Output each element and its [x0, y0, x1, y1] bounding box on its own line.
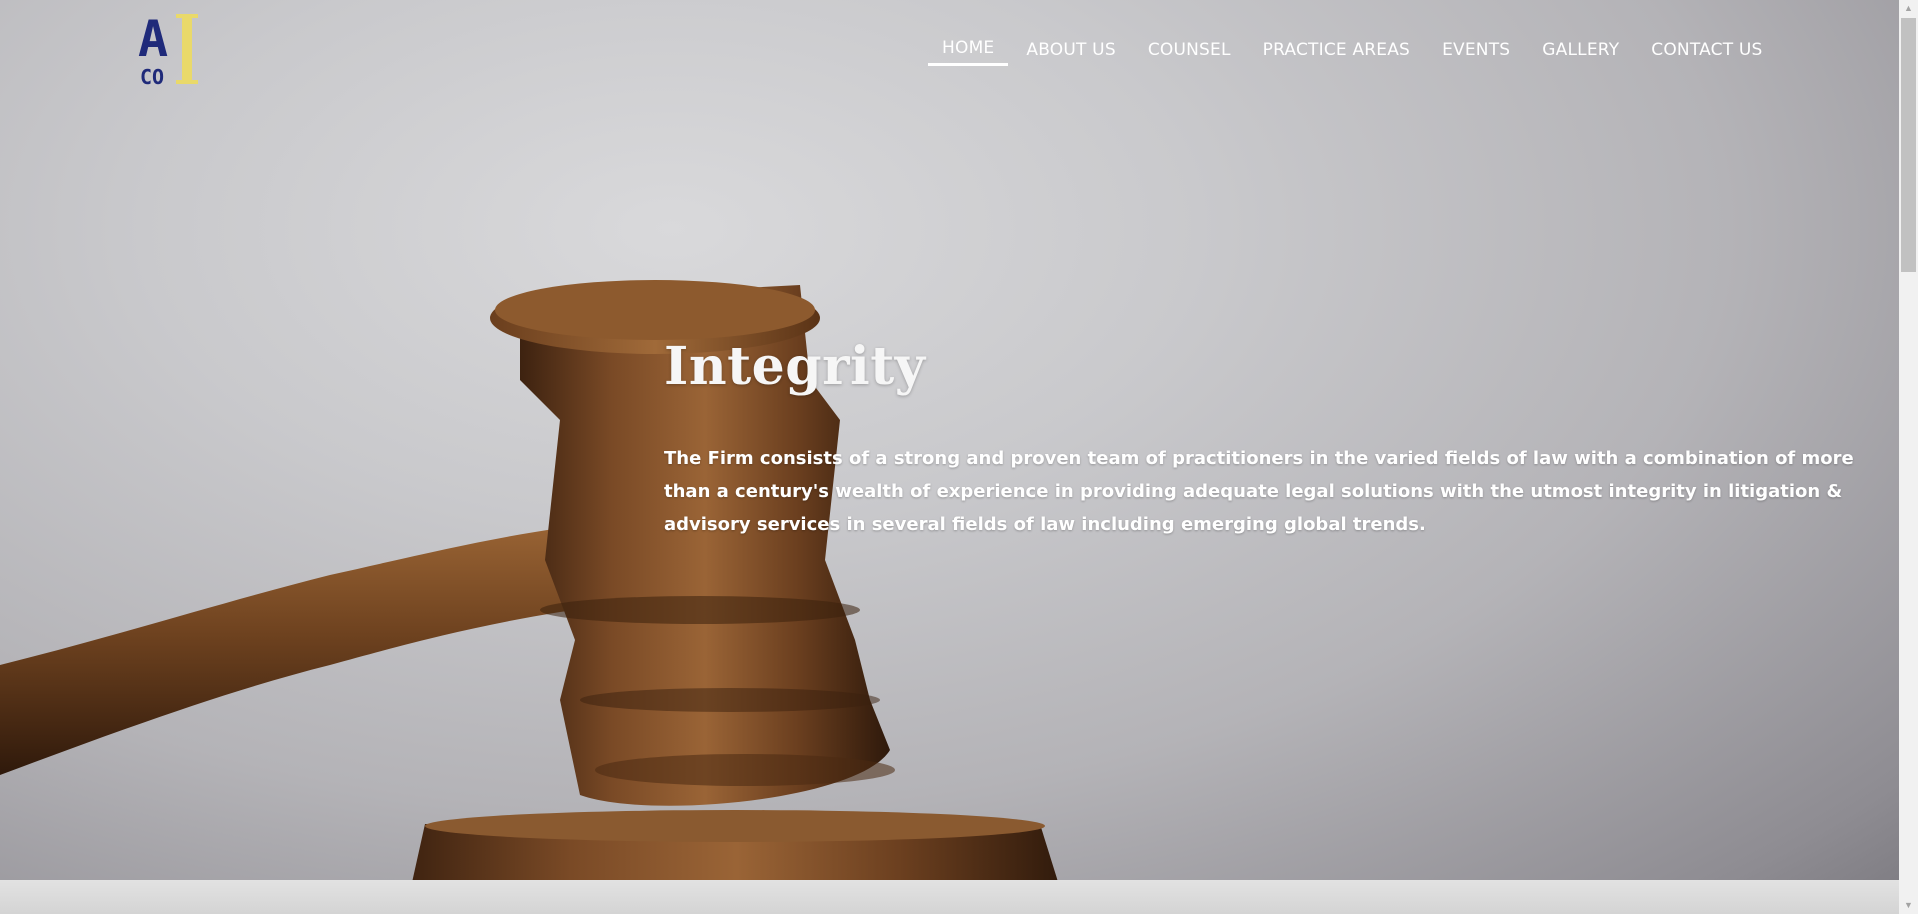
- hero-description: The Firm consists of a strong and proven…: [664, 448, 1854, 535]
- nav-counsel[interactable]: COUNSEL: [1132, 38, 1247, 62]
- vertical-scrollbar[interactable]: ▲ ▼: [1899, 0, 1918, 914]
- scroll-up-icon[interactable]: ▲: [1899, 0, 1918, 17]
- floor-surface: [0, 880, 1918, 914]
- nav-home[interactable]: HOME: [926, 36, 1010, 66]
- nav-gallery[interactable]: GALLERY: [1526, 38, 1635, 62]
- svg-text:CO: CO: [140, 65, 164, 88]
- main-nav: HOME ABOUT US COUNSEL PRACTICE AREAS EVE…: [926, 36, 1779, 66]
- nav-contact-us[interactable]: CONTACT US: [1635, 38, 1778, 62]
- scrollbar-thumb[interactable]: [1901, 18, 1916, 272]
- nav-about-us[interactable]: ABOUT US: [1010, 38, 1131, 62]
- nav-events[interactable]: EVENTS: [1426, 38, 1526, 62]
- hero-title: Integrity: [664, 336, 926, 397]
- firm-logo[interactable]: A CO: [138, 12, 202, 88]
- scroll-down-icon[interactable]: ▼: [1899, 897, 1918, 914]
- svg-text:A: A: [138, 12, 168, 68]
- page: A CO HOME ABOUT US COUNSEL PRACTICE AREA…: [0, 0, 1918, 914]
- nav-practice-areas[interactable]: PRACTICE AREAS: [1247, 38, 1426, 62]
